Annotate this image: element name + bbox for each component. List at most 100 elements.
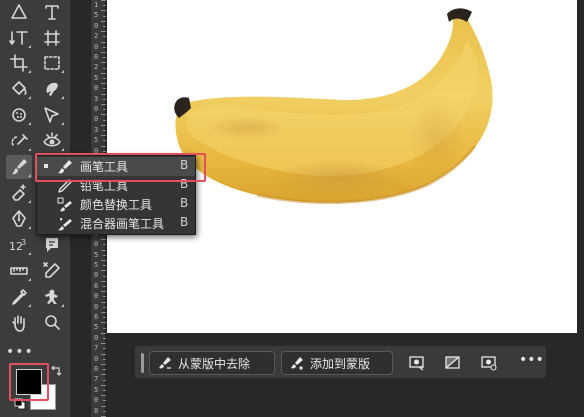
type-tool-button[interactable] xyxy=(39,0,65,24)
spot-healing-icon xyxy=(11,134,28,146)
vertical-type-icon xyxy=(9,31,28,45)
ruler-tick xyxy=(101,291,106,293)
sponge-icon xyxy=(12,108,26,122)
ruler-tick xyxy=(101,312,106,313)
move-tool-button[interactable] xyxy=(6,0,32,24)
svg-text:3: 3 xyxy=(21,238,26,247)
ruler-tick xyxy=(103,140,106,142)
ruler-tick xyxy=(101,249,106,251)
foreground-highlight-box xyxy=(9,363,49,401)
ruler-tick xyxy=(101,280,106,282)
crop-tool-button[interactable] xyxy=(6,51,32,75)
ruler-tick xyxy=(103,88,106,90)
ruler-tool-button[interactable] xyxy=(6,259,32,283)
brush-tool-button[interactable] xyxy=(6,155,32,179)
ruler-tick xyxy=(101,364,106,365)
ruler-tick xyxy=(103,109,106,111)
hand-icon xyxy=(12,315,25,332)
ruler-tick xyxy=(101,135,106,137)
pen-tool-button[interactable] xyxy=(6,207,32,231)
ruler-tick xyxy=(101,0,106,1)
ruler-tick xyxy=(101,10,106,12)
brush-plus-icon xyxy=(291,357,303,370)
marquee-tool-button[interactable] xyxy=(39,51,65,75)
note-tool-button[interactable] xyxy=(39,233,65,257)
color-sampler-tool-button[interactable] xyxy=(39,259,65,283)
flyout-item-mixer-brush-tool[interactable]: 混合器画笔工具 B xyxy=(37,214,195,233)
ruler-label: 6 xyxy=(94,313,99,321)
vertical-type-tool-button[interactable] xyxy=(6,26,32,50)
ruler-tick xyxy=(101,62,106,64)
flyout-item-shortcut: B xyxy=(180,215,189,229)
ruler-label: 2 xyxy=(94,63,99,72)
flyout-item-color-replacement-tool[interactable]: 颜色替换工具 B xyxy=(37,195,195,214)
lasso-tool-button[interactable] xyxy=(39,77,65,101)
add-to-mask-button[interactable]: 添加到蒙版 xyxy=(281,351,393,375)
frame-tool-button[interactable] xyxy=(39,26,65,50)
eyedropper-icon xyxy=(12,289,27,305)
ruler-tick xyxy=(103,254,106,256)
ruler-tick xyxy=(101,52,106,53)
zoom-icon xyxy=(45,315,60,330)
sponge-tool-button[interactable] xyxy=(6,103,32,127)
ruler-tick xyxy=(101,72,106,74)
magic-eraser-icon xyxy=(12,184,26,201)
ruler-tick xyxy=(103,57,106,59)
count-tool-button[interactable]: 12 3 xyxy=(6,233,32,257)
ruler-label: 1 xyxy=(94,1,99,9)
swap-colors-icon[interactable] xyxy=(50,366,62,378)
color-replacement-icon xyxy=(57,197,72,212)
triangle-icon xyxy=(11,4,27,19)
task-bar-drag-handle[interactable] xyxy=(141,353,144,373)
ruler-tick xyxy=(103,400,106,402)
invert-mask-icon xyxy=(445,356,460,369)
ruler-tick xyxy=(101,374,106,376)
ruler-tick xyxy=(103,265,106,267)
ruler-label: 6 xyxy=(94,281,99,290)
ruler-tick xyxy=(101,332,106,334)
flyout-item-shortcut: B xyxy=(180,196,189,210)
crop-icon xyxy=(10,54,28,72)
zoom-tool-button[interactable] xyxy=(39,311,65,335)
hand-tool-button[interactable] xyxy=(6,311,32,335)
ruler-label: 3 xyxy=(94,125,99,134)
note-icon xyxy=(46,238,58,252)
task-bar-more-button[interactable]: ••• xyxy=(519,352,544,368)
view-mask-button[interactable] xyxy=(479,353,499,373)
ruler-tick xyxy=(103,358,106,360)
ruler-tick xyxy=(101,270,106,272)
ruler-tick xyxy=(101,31,106,33)
puppet-tool-button[interactable] xyxy=(39,285,65,309)
photoshop-window: 12 3 ••• 1 5 0 2 0 0 2 5 0 3 0 0 3 5 0 0… xyxy=(0,0,584,417)
flyout-item-label: 混合器画笔工具 xyxy=(80,217,165,231)
subtract-from-mask-button[interactable]: 从蒙版中去除 xyxy=(149,351,275,375)
ruler-tick xyxy=(103,348,106,350)
brush-icon xyxy=(12,159,27,175)
mask-options-button[interactable] xyxy=(407,353,427,373)
ruler-tick xyxy=(101,353,106,355)
red-eye-tool-button[interactable] xyxy=(39,129,65,153)
ruler-tick xyxy=(103,317,106,319)
paint-bucket-tool-button[interactable] xyxy=(6,77,32,101)
mask-settings-icon xyxy=(409,356,424,371)
eyedropper-tool-button[interactable] xyxy=(6,285,32,309)
ruler-label: 0 xyxy=(94,21,99,30)
ruler-label: 7 xyxy=(94,375,99,384)
more-tools-button[interactable]: ••• xyxy=(6,344,34,360)
ruler-tick xyxy=(103,275,106,277)
ruler-tick xyxy=(101,41,106,43)
ruler-tick xyxy=(103,410,106,412)
ruler-label: 0 xyxy=(94,105,99,113)
subtract-from-mask-label: 从蒙版中去除 xyxy=(178,356,251,371)
ruler-tick xyxy=(103,390,106,391)
paint-bucket-icon xyxy=(12,81,27,95)
contextual-task-bar: 从蒙版中去除 添加到蒙版 ••• xyxy=(134,345,547,379)
object-selection-tool-button[interactable] xyxy=(39,103,65,127)
spot-healing-tool-button[interactable] xyxy=(6,129,32,153)
ruler-tick xyxy=(103,119,106,121)
ruler-tick xyxy=(103,379,106,381)
invert-mask-button[interactable] xyxy=(443,353,463,373)
red-eye-icon xyxy=(43,132,61,147)
ruler-tick xyxy=(101,104,106,105)
magic-eraser-tool-button[interactable] xyxy=(6,181,32,205)
